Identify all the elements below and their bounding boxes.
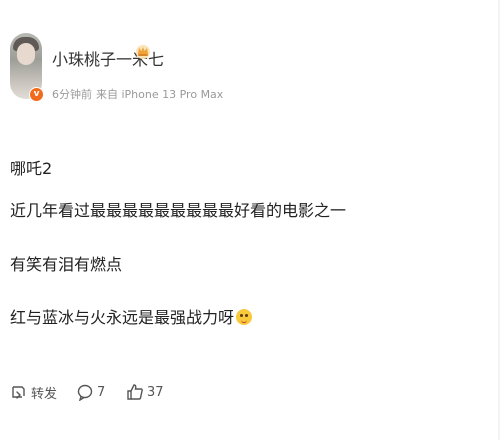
post-time: 6分钟前 [52,88,92,101]
action-bar: 转发 7 37 [0,372,500,412]
repost-button[interactable]: 转发 [10,382,57,402]
content-line-4: 红与蓝冰与火永远是最强战力呀 [10,308,253,327]
content-line-1: 哪吒2 [10,159,53,178]
smile-emoji-icon [236,309,253,325]
content-line-2: 近几年看过最最最最最最最最最好看的电影之一 [10,201,347,220]
crown-icon [136,45,150,59]
like-count: 37 [147,384,164,400]
comment-count: 7 [97,384,106,400]
post-source: 来自 iPhone 13 Pro Max [96,88,224,101]
like-button[interactable]: 37 [126,382,164,402]
comment-icon [77,384,93,401]
comment-button[interactable]: 7 [76,382,105,402]
repost-label: 转发 [31,386,58,402]
repost-icon [12,386,25,399]
content-line-3: 有笑有泪有燃点 [10,255,123,274]
verified-badge-icon: v [29,87,44,102]
avatar-face [17,43,35,65]
post-meta: 6分钟前 来自 iPhone 13 Pro Max [52,86,227,102]
thumbs-up-icon [127,384,143,400]
weibo-post-card: v 小珠桃子一米七 6分钟前 来自 iPhone 13 Pro Max 哪吒2 近… [0,0,500,440]
content-line-4-text: 红与蓝冰与火永远是最强战力呀 [10,308,235,327]
